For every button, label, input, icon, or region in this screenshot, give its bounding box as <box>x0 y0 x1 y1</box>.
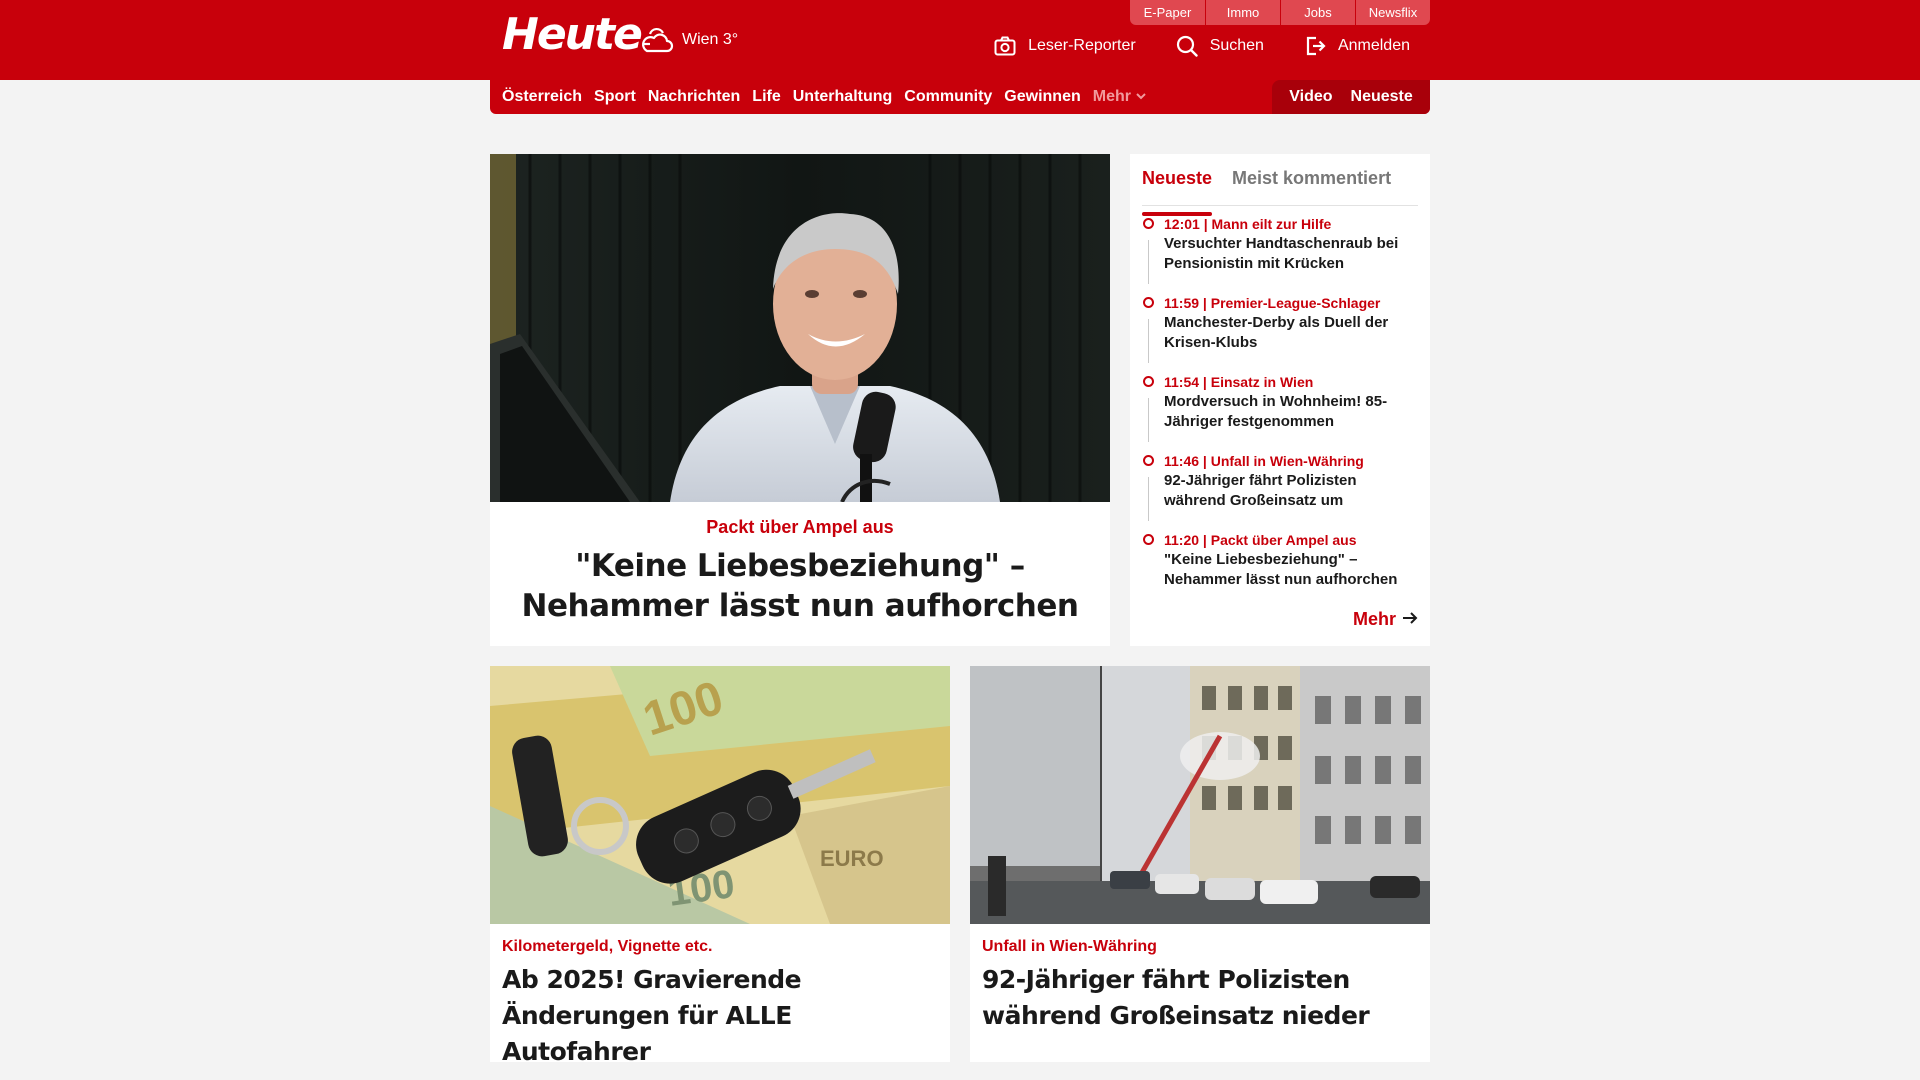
article-card-title[interactable]: Ab 2025! Gravierende Änderungen für ALLE… <box>502 962 932 1070</box>
chevron-down-icon <box>1135 88 1147 106</box>
leser-reporter-label: Leser-Reporter <box>1028 37 1136 54</box>
article-card[interactable]: Unfall in Wien-Währing 92-Jähriger fährt… <box>970 666 1430 1062</box>
timeline-dot-icon <box>1143 297 1154 308</box>
hero-text[interactable]: Packt über Ampel aus "Keine Liebesbezieh… <box>490 514 1110 626</box>
login-button[interactable]: Anmelden <box>1304 35 1410 57</box>
header-actions: Leser-Reporter Suchen Anmelden <box>994 32 1410 60</box>
arrow-right-icon <box>1402 609 1418 630</box>
main-nav: Österreich Sport Nachrichten Life Unterh… <box>490 80 1430 114</box>
article-card-kicker: Unfall in Wien-Währing <box>982 938 1157 955</box>
article-card-kicker: Kilometergeld, Vignette etc. <box>502 938 713 955</box>
tab-meist-kommentiert[interactable]: Meist kommentiert <box>1232 162 1391 205</box>
top-link-newsflix[interactable]: Newsflix <box>1355 0 1430 25</box>
nav-item-oesterreich[interactable]: Österreich <box>502 88 582 106</box>
latest-item-title[interactable]: 92-Jähriger fährt Polizisten während Gro… <box>1164 471 1422 511</box>
latest-item[interactable]: 12:01 | Mann eilt zur Hilfe Versuchter H… <box>1142 214 1422 293</box>
timeline-dot-icon <box>1143 376 1154 387</box>
nav-more-dropdown[interactable]: Mehr <box>1093 88 1147 106</box>
nav-item-sport[interactable]: Sport <box>594 88 636 106</box>
latest-more-link[interactable]: Mehr <box>1353 609 1418 630</box>
nav-item-video[interactable]: Video <box>1289 88 1332 106</box>
latest-item-meta: 11:46 | Unfall in Wien-Währing <box>1164 453 1364 469</box>
latest-item-meta: 11:54 | Einsatz in Wien <box>1164 374 1314 390</box>
weather-cloud-sun-icon <box>640 25 674 55</box>
timeline-dot-icon <box>1143 218 1154 229</box>
top-links: E-Paper Immo Jobs Newsflix <box>1130 0 1430 25</box>
hero-kicker: Packt über Ampel aus <box>706 517 894 537</box>
tab-neueste[interactable]: Neueste <box>1142 162 1213 216</box>
article-card-image[interactable] <box>970 666 1430 924</box>
latest-item[interactable]: 11:46 | Unfall in Wien-Währing 92-Jährig… <box>1142 451 1422 530</box>
latest-tabs: Neueste Meist kommentiert <box>1142 162 1418 216</box>
nav-item-life[interactable]: Life <box>752 88 780 106</box>
nav-highlight: Video Neueste <box>1272 80 1430 114</box>
article-card-image[interactable]: 100 EURO 100 <box>490 666 950 924</box>
camera-icon <box>994 36 1016 56</box>
login-label: Anmelden <box>1337 37 1410 54</box>
leser-reporter-button[interactable]: Leser-Reporter <box>994 36 1136 56</box>
nav-item-gewinnen[interactable]: Gewinnen <box>1004 88 1080 106</box>
search-icon <box>1176 35 1198 57</box>
search-label: Suchen <box>1209 37 1264 54</box>
timeline-line <box>1148 398 1149 442</box>
latest-news-panel: Neueste Meist kommentiert 12:01 | Mann e… <box>1130 154 1430 646</box>
latest-item[interactable]: 11:54 | Einsatz in Wien Mordversuch in W… <box>1142 372 1422 451</box>
latest-item-title[interactable]: Versuchter Handtaschenraub bei Pensionis… <box>1164 234 1422 274</box>
header-inner: Heute Wien 3° E-Paper Immo Jobs Newsflix <box>490 0 1430 80</box>
top-link-immo[interactable]: Immo <box>1205 0 1280 25</box>
latest-item[interactable]: 11:59 | Premier-League-Schlager Manchest… <box>1142 293 1422 372</box>
nav-item-neueste[interactable]: Neueste <box>1351 88 1413 106</box>
timeline-line <box>1148 477 1149 521</box>
top-link-epaper[interactable]: E-Paper <box>1130 0 1205 25</box>
timeline-dot-icon <box>1143 455 1154 466</box>
latest-item-title[interactable]: "Keine Liebesbeziehung" – Nehammer lässt… <box>1164 550 1422 590</box>
timeline-line <box>1148 319 1149 363</box>
svg-text:EURO: EURO <box>820 846 884 871</box>
hero-image[interactable] <box>490 154 1110 502</box>
nav-sections: Österreich Sport Nachrichten Life Unterh… <box>502 80 1147 114</box>
weather-widget[interactable]: Wien 3° <box>640 24 738 56</box>
latest-item[interactable]: 11:20 | Packt über Ampel aus "Keine Lieb… <box>1142 530 1422 609</box>
latest-item-title[interactable]: Mordversuch in Wohnheim! 85-Jähriger fes… <box>1164 392 1422 432</box>
heute-logo[interactable]: Heute <box>502 12 643 58</box>
article-card-title[interactable]: 92-Jähriger fährt Polizisten während Gro… <box>982 962 1412 1034</box>
latest-more-label: Mehr <box>1352 609 1396 629</box>
latest-item-title[interactable]: Manchester-Derby als Duell der Krisen-Kl… <box>1164 313 1422 353</box>
hero-article[interactable]: Packt über Ampel aus "Keine Liebesbezieh… <box>490 154 1110 646</box>
site-header: Heute Wien 3° E-Paper Immo Jobs Newsflix <box>0 0 1920 80</box>
hero-headline[interactable]: "Keine Liebesbeziehung" – Nehammer lässt… <box>510 546 1090 626</box>
timeline-dot-icon <box>1143 534 1154 545</box>
login-icon <box>1304 35 1326 57</box>
top-link-jobs[interactable]: Jobs <box>1280 0 1355 25</box>
timeline-line <box>1148 240 1149 284</box>
latest-item-meta: 12:01 | Mann eilt zur Hilfe <box>1164 216 1332 232</box>
weather-text: Wien 3° <box>682 31 739 48</box>
nav-item-nachrichten[interactable]: Nachrichten <box>648 88 740 106</box>
latest-list: 12:01 | Mann eilt zur Hilfe Versuchter H… <box>1142 214 1422 609</box>
nav-item-unterhaltung[interactable]: Unterhaltung <box>793 88 893 106</box>
latest-item-meta: 11:59 | Premier-League-Schlager <box>1164 295 1381 311</box>
article-card[interactable]: 100 EURO 100 Kilometergeld, Vignette etc… <box>490 666 950 1066</box>
latest-item-meta: 11:20 | Packt über Ampel aus <box>1164 532 1357 548</box>
nav-more-label: Mehr <box>1092 88 1131 105</box>
nav-item-community[interactable]: Community <box>904 88 992 106</box>
search-button[interactable]: Suchen <box>1176 35 1264 57</box>
